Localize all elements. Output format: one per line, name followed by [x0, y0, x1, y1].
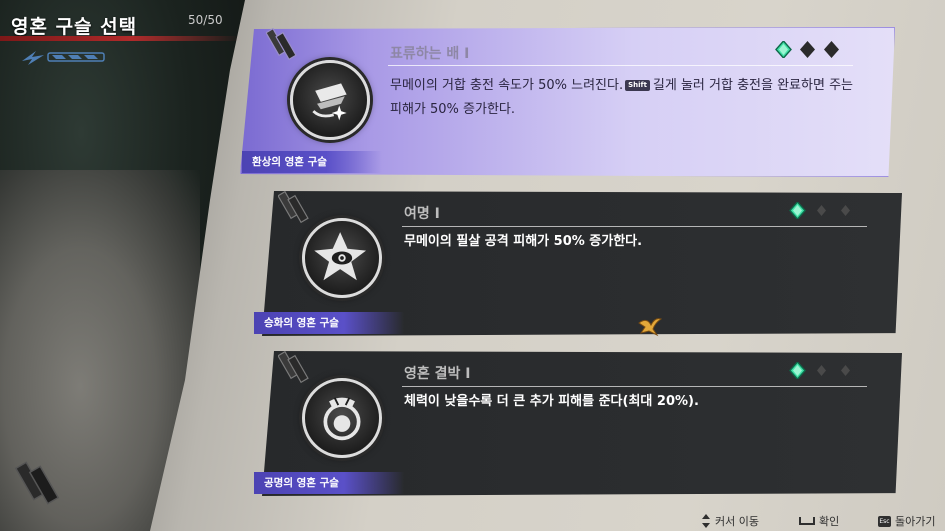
back-button[interactable]: Esc 돌아가기: [878, 513, 935, 529]
orb-title: 표류하는 배 I: [390, 46, 470, 62]
esc-key-icon: Esc: [878, 515, 891, 527]
energy-gauge-icon: [22, 51, 105, 65]
space-key-icon: [799, 517, 815, 525]
hp-bar: [0, 36, 240, 41]
title-divider: [402, 386, 867, 387]
category-ribbon: 공명의 영혼 구슬: [254, 472, 404, 494]
title-divider: [388, 65, 853, 66]
bell-charm-icon: [14, 461, 60, 505]
category-ribbon: 환상의 영혼 구슬: [242, 151, 382, 173]
cursor-move-hint: 커서 이동: [701, 513, 759, 529]
gem-active-icon: [775, 41, 792, 58]
ship-icon: [290, 60, 370, 140]
gem-inactive-icon: [817, 365, 826, 376]
bell-charm-icon: [266, 27, 297, 61]
confirm-label: 확인: [819, 515, 840, 528]
star-eye-icon: [302, 218, 382, 298]
orb-description: 무메이의 필살 공격 피해가 50% 증가한다.: [404, 234, 643, 249]
cursor-move-label: 커서 이동: [715, 515, 759, 528]
confirm-button[interactable]: 확인: [799, 513, 839, 529]
gem-inactive-icon: [824, 41, 839, 58]
orb-count: 50/50: [188, 13, 223, 27]
level-gems: [789, 362, 854, 379]
gem-inactive-icon: [817, 205, 826, 216]
bird-cursor-icon: [638, 318, 663, 337]
back-label: 돌아가기: [895, 515, 936, 528]
shift-key-icon: Shift: [625, 80, 650, 91]
gem-inactive-icon: [841, 205, 850, 216]
page-title: 영혼 구슬 선택: [11, 16, 138, 38]
desc-part-1: 무메이의 거합 충전 속도가 50% 느려진다.: [390, 78, 624, 93]
gem-inactive-icon: [841, 365, 850, 376]
updown-arrow-icon: [702, 514, 710, 528]
soul-orb-card-drifting-ship[interactable]: 환상의 영혼 구슬 표류하는 배 I 무메이의 거합 충전 속도가 50% 느려…: [240, 27, 895, 177]
bound-soul-icon: [302, 378, 382, 458]
level-gems: [789, 202, 854, 219]
orb-title: 영혼 결박 I: [404, 366, 471, 382]
soul-orb-card-soul-bind[interactable]: 공명의 영혼 구슬 영혼 결박 I 체력이 낮을수록 더 큰 추가 피해를 준다…: [254, 350, 902, 496]
orb-description: 무메이의 거합 충전 속도가 50% 느려진다. Shift 길게 눌러 거합 충전…: [390, 74, 860, 122]
level-gems: [775, 41, 840, 58]
gem-active-icon: [789, 202, 806, 219]
orb-description: 체력이 낮을수록 더 큰 추가 피해를 준다(최대 20%).: [404, 394, 699, 409]
soul-orb-card-dawn[interactable]: 승화의 영혼 구슬 여명 I 무메이의 필살 공격 피해가 50% 증가한다.: [254, 190, 902, 336]
orb-title: 여명 I: [404, 206, 440, 222]
gem-inactive-icon: [800, 41, 815, 58]
gem-active-icon: [789, 362, 806, 379]
title-divider: [402, 226, 867, 227]
category-ribbon: 승화의 영혼 구슬: [254, 312, 404, 334]
